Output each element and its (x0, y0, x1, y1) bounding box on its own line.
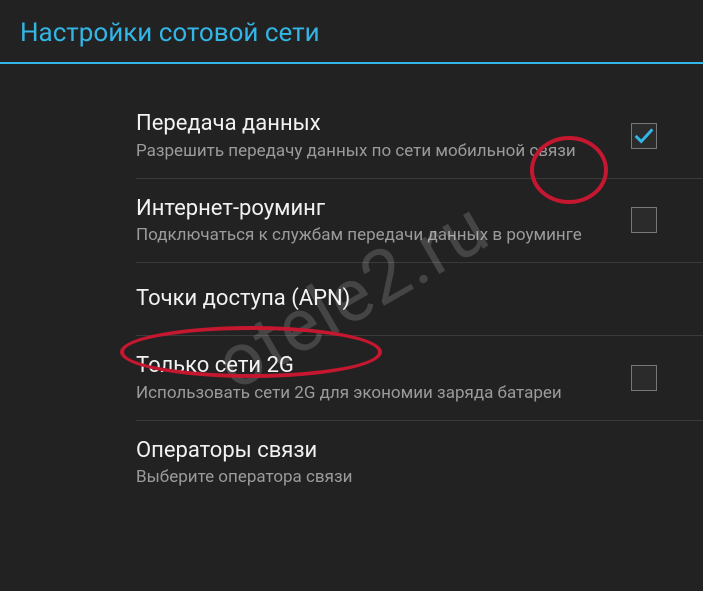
row-title: Точки доступа (APN) (136, 285, 641, 313)
row-title: Только сети 2G (136, 352, 615, 380)
row-roaming[interactable]: Интернет-роуминг Подключаться к службам … (0, 179, 703, 263)
checkbox-mobile-data[interactable] (631, 123, 657, 149)
row-title: Операторы связи (136, 437, 641, 465)
row-text: Операторы связи Выберите оператора связи (136, 437, 657, 489)
row-subtitle: Использовать сети 2G для экономии заряда… (136, 382, 615, 404)
settings-screen: Настройки сотовой сети Передача данных Р… (0, 0, 703, 591)
row-mobile-data[interactable]: Передача данных Разрешить передачу данны… (0, 94, 703, 178)
row-title: Передача данных (136, 110, 615, 138)
row-title: Интернет-роуминг (136, 195, 615, 223)
row-operators[interactable]: Операторы связи Выберите оператора связи (0, 421, 703, 505)
checkbox-only-2g[interactable] (631, 365, 657, 391)
row-subtitle: Выберите оператора связи (136, 466, 641, 488)
row-subtitle: Подключаться к службам передачи данных в… (136, 224, 615, 246)
header: Настройки сотовой сети (0, 0, 703, 62)
row-text: Точки доступа (APN) (136, 285, 657, 313)
row-subtitle: Разрешить передачу данных по сети мобиль… (136, 140, 615, 162)
row-only-2g[interactable]: Только сети 2G Использовать сети 2G для … (0, 336, 703, 420)
row-text: Только сети 2G Использовать сети 2G для … (136, 352, 631, 404)
row-text: Передача данных Разрешить передачу данны… (136, 110, 631, 162)
settings-list: Передача данных Разрешить передачу данны… (0, 64, 703, 504)
row-text: Интернет-роуминг Подключаться к службам … (136, 195, 631, 247)
page-title: Настройки сотовой сети (20, 18, 683, 48)
row-apn[interactable]: Точки доступа (APN) (0, 263, 703, 335)
checkbox-roaming[interactable] (631, 207, 657, 233)
check-icon (633, 125, 655, 147)
